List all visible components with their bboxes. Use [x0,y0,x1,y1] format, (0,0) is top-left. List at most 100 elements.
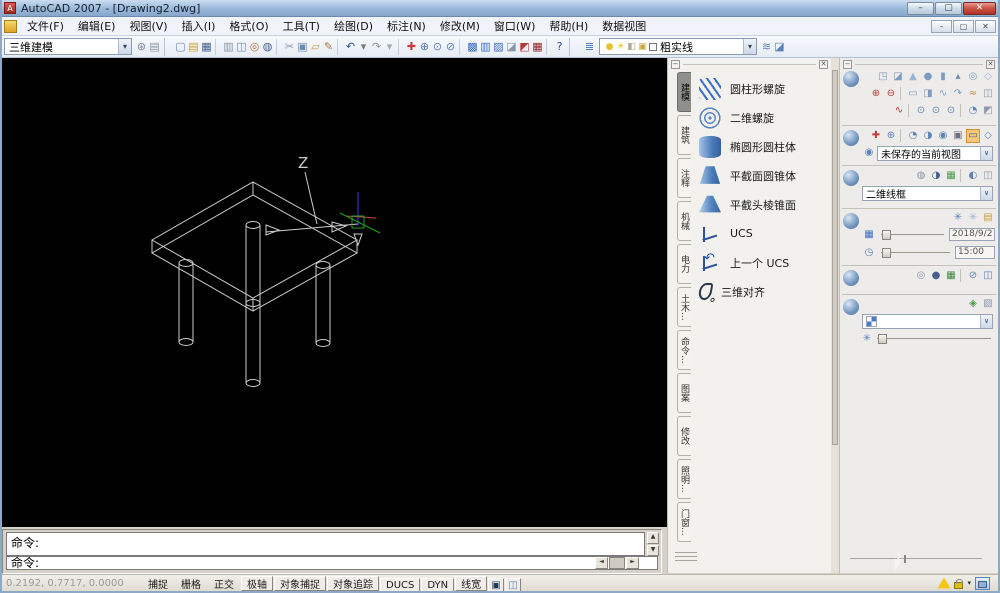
design-center-icon[interactable]: ▥ [479,39,492,55]
chevron-down-icon[interactable]: ∨ [980,187,992,200]
menu-item[interactable]: 编辑(E) [71,16,123,36]
menu-item[interactable]: 插入(I) [175,16,223,36]
palette-tab[interactable]: 命令... [677,330,691,370]
hidden-style-icon[interactable]: ◑ [929,169,943,183]
date-slider[interactable] [881,229,944,240]
3d-navigate-panel-icon[interactable] [843,130,859,146]
extrude-icon[interactable]: ◨ [921,87,935,101]
planar-surface-icon[interactable]: ◇ [981,70,995,84]
wedge-icon[interactable]: ◪ [891,70,905,84]
workspace-settings-icon[interactable]: ⊛ [135,39,148,55]
drawing-icon[interactable] [4,20,17,33]
match-properties-icon[interactable]: ✎ [322,39,335,55]
revolve-icon[interactable]: ↷ [951,87,965,101]
lock-icon[interactable]: ◧ [626,39,637,55]
convert-to-solid-icon[interactable]: ◩ [981,104,995,118]
menu-item[interactable]: 修改(M) [433,16,487,36]
slice-icon[interactable]: ◫ [981,87,995,101]
light-list-icon[interactable]: ▤ [981,211,995,225]
menu-item[interactable]: 格式(O) [222,16,275,36]
plot-icon[interactable]: ▥ [222,39,235,55]
light-panel-icon[interactable] [843,213,859,229]
loft-icon[interactable]: ≈ [966,87,980,101]
2d-wireframe-style-icon[interactable]: ◍ [914,169,928,183]
material-combobox[interactable]: ∨ [862,314,993,329]
copy-icon[interactable]: ▣ [296,39,309,55]
plot-preview-icon[interactable]: ◫ [235,39,248,55]
walk-icon[interactable]: ◉ [936,129,950,143]
clean-screen-button[interactable] [975,577,990,590]
menu-item[interactable]: 数据视图 [595,16,653,36]
cone-icon[interactable]: ▲ [906,70,920,84]
pan-icon[interactable]: ✚ [405,39,418,55]
materials-panel-icon[interactable] [843,299,859,315]
3d-array-icon[interactable]: ◔ [966,104,980,118]
plot-state-icon[interactable]: ▣ [637,39,648,55]
tool-ucs[interactable]: UCS [699,219,821,248]
tray-menu-icon[interactable]: ▾ [967,579,971,587]
sun-freeze-icon[interactable]: ☀ [615,39,626,55]
chevron-down-icon[interactable]: ∨ [980,147,992,160]
tool-frustum-cone[interactable]: 平截面圆锥体 [699,161,821,190]
constrained-orbit-icon[interactable]: ◔ [906,129,920,143]
mdi-close-button[interactable]: ✕ [975,20,996,33]
qnew-icon[interactable]: ▢ [174,39,187,55]
materials-editor-icon[interactable]: ◈ [966,297,980,311]
time-value[interactable]: 15:00 [955,246,995,259]
maximize-button[interactable]: ▢ [935,2,962,15]
collapse-icon[interactable]: − [671,60,680,69]
restore-view-icon[interactable]: ◉ [862,146,876,160]
annotation-warning-icon[interactable] [937,578,950,589]
undo-icon[interactable]: ↶ [344,39,357,55]
save-workspace-icon[interactable]: ▤ [148,39,161,55]
scroll-right-icon[interactable]: ► [626,557,639,569]
toolbar-lock-icon[interactable] [954,582,963,589]
swivel-icon[interactable]: ◑ [921,129,935,143]
menu-item[interactable]: 绘图(D) [327,16,380,36]
opacity-slider[interactable] [877,333,991,344]
menu-item[interactable]: 工具(T) [276,16,327,36]
status-toggle-button[interactable]: 对象追踪 [327,576,379,591]
dashboard-scrollbar[interactable] [831,58,839,573]
chevron-down-icon[interactable]: ▾ [743,39,756,54]
status-toggle-button[interactable]: 栅格 [175,576,207,591]
tool-3d-align[interactable]: ∘ 三维对齐 [699,277,821,306]
sphere-icon[interactable]: ● [921,70,935,84]
command-input[interactable]: 命令: [6,556,658,570]
visual-style-manager-icon[interactable]: ◐ [966,169,980,183]
cylinder-icon[interactable]: ▮ [936,70,950,84]
paste-icon[interactable]: ▱ [309,39,322,55]
properties-palette-icon[interactable]: ▩ [466,39,479,55]
cut-icon[interactable]: ✂ [283,39,296,55]
3d-move-icon[interactable]: ⊙ [914,104,928,118]
render-icon[interactable]: ◎ [914,269,928,283]
zoom-window-icon[interactable]: ⊙ [431,39,444,55]
view-combobox[interactable]: 未保存的当前视图 ∨ [877,146,993,161]
parallel-projection-icon[interactable]: ▭ [966,129,980,143]
minimize-button[interactable]: – [907,2,934,15]
dashboard-bottom-slider[interactable] [850,558,982,559]
3d-align-dash-icon[interactable]: ⊙ [944,104,958,118]
quickcalc-icon[interactable]: ▦ [531,39,544,55]
status-toggle-button[interactable]: 正交 [208,576,240,591]
chevron-down-icon[interactable]: ∨ [980,315,992,328]
status-toggle-button[interactable]: 捕捉 [142,576,174,591]
tool-elliptical-cylinder[interactable]: 椭圆形圆柱体 [699,132,821,161]
zoom-previous-icon[interactable]: ⊘ [444,39,457,55]
layer-previous-icon[interactable]: ≋ [760,39,773,55]
camera-icon[interactable]: ▣ [951,129,965,143]
zoom-realtime-icon[interactable]: ⊕ [418,39,431,55]
layer-properties-icon[interactable]: ≣ [583,39,596,55]
workspace-combobox[interactable]: 三维建模 ▾ [4,38,132,55]
subtract-icon[interactable]: ⊖ [884,87,898,101]
close-icon[interactable]: ✕ [819,60,828,69]
palette-tab[interactable]: 土木... [677,287,691,327]
render-panel-icon[interactable] [843,270,859,286]
status-toggle-button[interactable]: 线宽 [455,576,487,591]
sun-status-icon[interactable]: ✳ [966,211,980,225]
tool-cylindrical-helix[interactable]: 圆柱形螺旋 [699,74,821,103]
mdi-minimize-button[interactable]: – [931,20,952,33]
scrollbar-thumb[interactable] [832,70,838,445]
palette-tab[interactable]: 照明... [677,459,691,499]
redo-dropdown-icon[interactable]: ▾ [383,39,396,55]
